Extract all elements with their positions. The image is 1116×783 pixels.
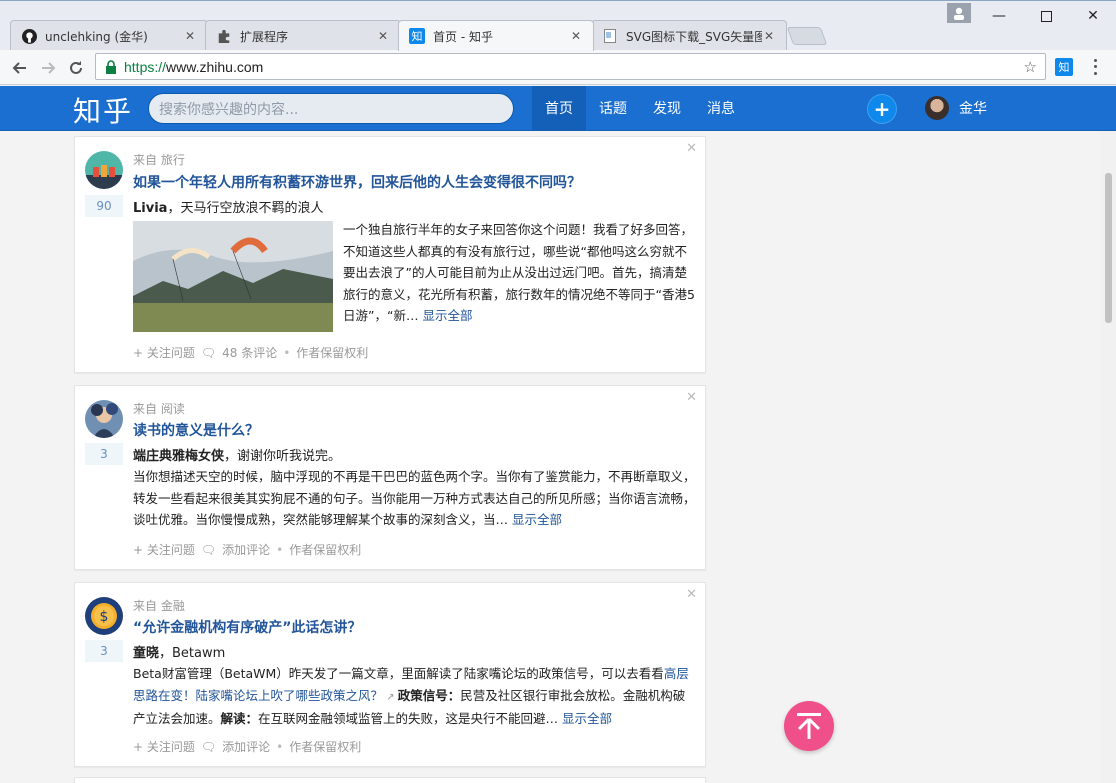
answer-thumbnail[interactable] (133, 221, 333, 332)
show-more-link[interactable]: 显示全部 (562, 711, 612, 726)
new-tab-button[interactable] (786, 27, 828, 45)
question-title[interactable]: 如果一个年轻人用所有积蓄环游世界，回来后他的人生会变得很不同吗？ (133, 172, 581, 192)
nav-topics[interactable]: 话题 (586, 86, 640, 130)
comment-icon: 🗨 (200, 542, 217, 557)
dismiss-icon[interactable]: ✕ (686, 587, 697, 602)
lock-icon (104, 59, 118, 74)
copyright-notice[interactable]: 作者保留权利 (289, 738, 361, 755)
topic-avatar-reading[interactable] (85, 400, 123, 438)
topic-source[interactable]: 来自 旅行 (133, 151, 185, 168)
zhihu-header: 知乎 搜索你感兴趣的内容... 首页 话题 发现 消息 + 金华 (0, 86, 1116, 131)
answer-excerpt[interactable]: Beta财富管理（BetaWM）昨天发了一篇文章，里面解读了陆家嘴论坛的政策信号… (133, 663, 697, 730)
browser-menu-icon[interactable] (1090, 57, 1100, 77)
profile-icon[interactable] (947, 3, 971, 23)
topic-avatar-finance[interactable]: $ (85, 597, 123, 635)
comment-button[interactable]: 添加评论 (222, 738, 270, 755)
svg-text:$: $ (100, 609, 109, 625)
window-close-icon[interactable]: ✕ (1072, 3, 1114, 29)
answer-excerpt[interactable]: 当你想描述天空的时候，脑中浮现的不再是干巴巴的蓝色两个字。当你有了鉴赏能力，不再… (133, 466, 697, 531)
feed-item: $ 3 ✕ 来自 金融 “允许金融机构有序破产”此话怎讲？ 童晓，Betawm … (74, 582, 706, 767)
comment-icon: 🗨 (200, 345, 217, 360)
show-more-link[interactable]: 显示全部 (512, 512, 562, 527)
user-name[interactable]: 金华 (959, 98, 987, 118)
follow-question-button[interactable]: + 关注问题 (133, 541, 195, 558)
back-icon[interactable] (10, 58, 30, 78)
author-bio: ，谢谢你听我说完。 (224, 449, 342, 464)
show-more-link[interactable]: 显示全部 (422, 308, 472, 323)
tab-title: unclehking (金华) (45, 29, 148, 44)
answer-author: Livia，天马行空放浪不羁的浪人 (133, 197, 323, 216)
reload-icon[interactable] (66, 58, 86, 78)
dismiss-icon[interactable]: ✕ (686, 141, 697, 156)
comment-icon: 🗨 (200, 739, 217, 754)
bookmark-star-icon[interactable]: ☆ (1024, 58, 1037, 76)
topic-source[interactable]: 来自 阅读 (133, 400, 185, 417)
tab-title: SVG图标下载_SVG矢量图 (626, 29, 762, 44)
answer-excerpt[interactable]: 一个独自旅行半年的女子来回答你这个问题！我看了好多回答，不知道这些人都真的有没有… (343, 219, 699, 327)
puzzle-icon (216, 28, 232, 44)
close-icon[interactable]: ✕ (569, 29, 583, 43)
copyright-notice[interactable]: 作者保留权利 (296, 344, 368, 361)
close-icon[interactable]: ✕ (183, 29, 197, 43)
author-name[interactable]: 端庄典雅梅女侠 (133, 449, 224, 464)
external-link-icon: ↗ (383, 691, 398, 703)
vote-count[interactable]: 3 (85, 640, 123, 662)
feed-item: 90 ✕ 来自 旅行 如果一个年轻人用所有积蓄环游世界，回来后他的人生会变得很不… (74, 136, 706, 373)
address-bar[interactable]: https://www.zhihu.com ☆ (95, 53, 1046, 80)
zhihu-extension-icon[interactable]: 知 (1055, 58, 1073, 76)
forward-icon[interactable] (38, 58, 58, 78)
tab-zhihu[interactable]: 知 首页 - 知乎 ✕ (398, 20, 594, 51)
nav-home[interactable]: 首页 (532, 86, 586, 130)
close-icon[interactable]: ✕ (762, 29, 776, 43)
answer-actions: + 关注问题 🗨 48 条评论 • 作者保留权利 (133, 344, 369, 361)
github-icon (21, 28, 37, 44)
tab-github[interactable]: unclehking (金华) ✕ (10, 20, 208, 51)
browser-tabstrip: unclehking (金华) ✕ 扩展程序 ✕ 知 首页 - 知乎 ✕ SVG… (0, 0, 1116, 51)
author-bio: ，天马行空放浪不羁的浪人 (167, 201, 324, 216)
feed-item: 3 ✕ 来自 阅读 读书的意义是什么？ 端庄典雅梅女侠，谢谢你听我说完。 当你想… (74, 385, 706, 570)
author-name[interactable]: 童晓 (133, 646, 159, 661)
answer-author: 童晓，Betawm (133, 642, 225, 661)
browser-toolbar: https://www.zhihu.com ☆ 知 (0, 50, 1116, 85)
tab-svg[interactable]: SVG图标下载_SVG矢量图 ✕ (591, 20, 787, 51)
ask-question-button[interactable]: + (867, 94, 897, 124)
page-icon (602, 28, 618, 44)
author-name[interactable]: Livia (133, 201, 167, 216)
answer-actions: + 关注问题 🗨 添加评论 • 作者保留权利 (133, 541, 362, 558)
search-input[interactable]: 搜索你感兴趣的内容... (148, 93, 514, 124)
follow-question-button[interactable]: + 关注问题 (133, 344, 195, 361)
url-text: https://www.zhihu.com (124, 58, 264, 75)
user-avatar[interactable] (925, 96, 949, 120)
topic-source[interactable]: 来自 金融 (133, 597, 185, 614)
author-bio: ，Betawm (159, 646, 226, 661)
vote-count[interactable]: 3 (85, 443, 123, 465)
answer-author: 端庄典雅梅女侠，谢谢你听我说完。 (133, 445, 341, 464)
scrollbar-thumb[interactable] (1105, 173, 1112, 323)
vote-count[interactable]: 90 (85, 195, 123, 217)
question-title[interactable]: 读书的意义是什么？ (133, 420, 259, 440)
dismiss-icon[interactable]: ✕ (686, 390, 697, 405)
zhihu-icon: 知 (409, 28, 425, 44)
nav-explore[interactable]: 发现 (640, 86, 694, 130)
follow-question-button[interactable]: + 关注问题 (133, 738, 195, 755)
nav-messages[interactable]: 消息 (694, 86, 748, 130)
arrow-up-icon (797, 713, 821, 739)
question-title[interactable]: “允许金融机构有序破产”此话怎讲？ (133, 617, 361, 637)
minimize-icon[interactable]: — (978, 3, 1020, 29)
maximize-icon[interactable] (1025, 3, 1067, 29)
close-icon[interactable]: ✕ (376, 29, 390, 43)
answer-actions: + 关注问题 🗨 添加评论 • 作者保留权利 (133, 738, 362, 755)
back-to-top-button[interactable] (784, 701, 834, 751)
topic-avatar-travel[interactable] (85, 151, 123, 189)
page-scrollbar[interactable] (1101, 131, 1116, 783)
tab-title: 扩展程序 (240, 29, 289, 44)
comment-button[interactable]: 添加评论 (222, 541, 270, 558)
tab-title: 首页 - 知乎 (433, 29, 493, 44)
comment-button[interactable]: 48 条评论 (222, 344, 277, 361)
feed-item (74, 777, 706, 783)
tab-extensions[interactable]: 扩展程序 ✕ (205, 20, 401, 51)
zhihu-logo[interactable]: 知乎 (73, 90, 133, 130)
copyright-notice[interactable]: 作者保留权利 (289, 541, 361, 558)
